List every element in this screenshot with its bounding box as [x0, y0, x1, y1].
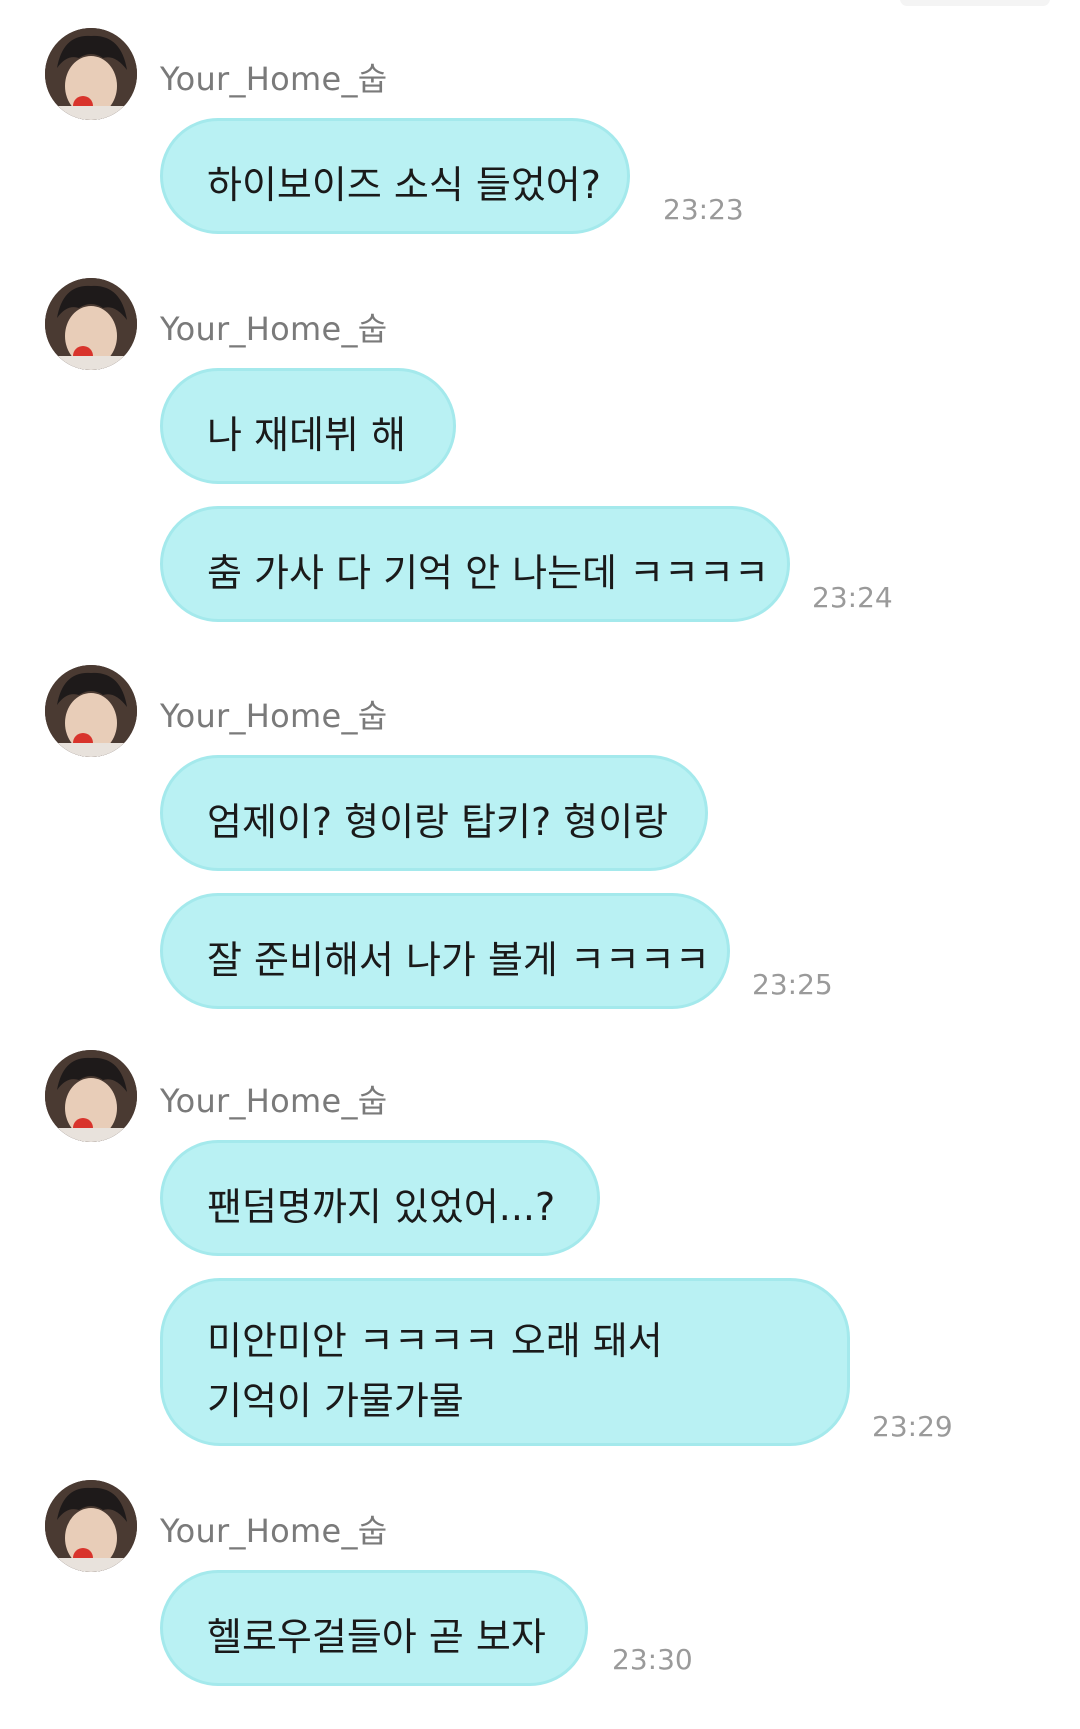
chat-thread[interactable]: Your_Home_숩 하이보이즈 소식 들었어? 23:23 Your_Hom… [0, 0, 1080, 1729]
message-bubble[interactable]: 헬로우걸들아 곧 보자 [160, 1570, 588, 1686]
message-row: 나 재데뷔 해 [160, 368, 456, 484]
avatar[interactable] [45, 1050, 137, 1142]
avatar[interactable] [45, 665, 137, 757]
sender-name: Your_Home_숩 [160, 310, 388, 348]
message-row: 헬로우걸들아 곧 보자 [160, 1570, 588, 1686]
sender-name: Your_Home_숩 [160, 697, 388, 735]
message-time: 23:24 [812, 581, 893, 614]
message-time: 23:29 [872, 1410, 953, 1443]
message-bubble[interactable]: 팬덤명까지 있었어...? [160, 1140, 600, 1256]
message-row: 춤 가사 다 기억 안 나는데 ㅋㅋㅋㅋ [160, 506, 790, 622]
message-bubble[interactable]: 나 재데뷔 해 [160, 368, 456, 484]
message-bubble[interactable]: 미안미안 ㅋㅋㅋㅋ 오래 돼서 기억이 가물가물 [160, 1278, 850, 1446]
message-bubble[interactable]: 하이보이즈 소식 들었어? [160, 118, 630, 234]
message-time: 23:25 [752, 968, 833, 1001]
message-row: 엄제이? 형이랑 탑키? 형이랑 [160, 755, 708, 871]
top-handle [900, 0, 1050, 6]
message-time: 23:30 [612, 1643, 693, 1676]
sender-name: Your_Home_숩 [160, 60, 388, 98]
avatar[interactable] [45, 278, 137, 370]
message-row: 하이보이즈 소식 들었어? [160, 118, 630, 234]
avatar[interactable] [45, 1480, 137, 1572]
message-bubble[interactable]: 엄제이? 형이랑 탑키? 형이랑 [160, 755, 708, 871]
message-bubble[interactable]: 잘 준비해서 나가 볼게 ㅋㅋㅋㅋ [160, 893, 730, 1009]
message-row: 잘 준비해서 나가 볼게 ㅋㅋㅋㅋ [160, 893, 730, 1009]
message-row: 팬덤명까지 있었어...? [160, 1140, 600, 1256]
message-row: 미안미안 ㅋㅋㅋㅋ 오래 돼서 기억이 가물가물 [160, 1278, 850, 1446]
message-time: 23:23 [663, 193, 744, 226]
sender-name: Your_Home_숩 [160, 1082, 388, 1120]
message-bubble[interactable]: 춤 가사 다 기억 안 나는데 ㅋㅋㅋㅋ [160, 506, 790, 622]
sender-name: Your_Home_숩 [160, 1512, 388, 1550]
avatar[interactable] [45, 28, 137, 120]
